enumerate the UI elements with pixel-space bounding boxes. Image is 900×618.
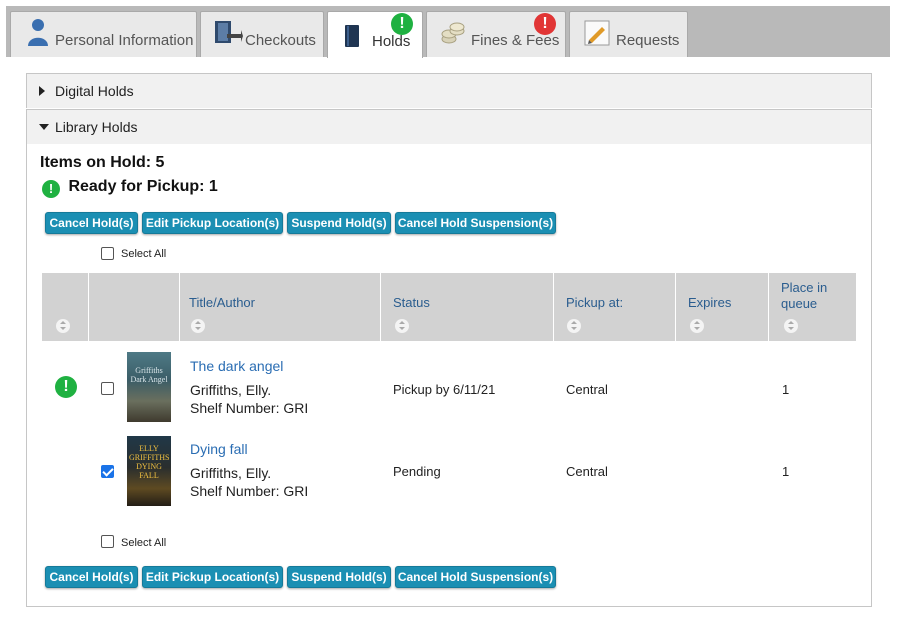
caret-right-icon [39, 86, 45, 96]
tab-fines-fees[interactable]: ! Fines & Fees [426, 11, 566, 57]
edit-pickup-location-button[interactable]: Edit Pickup Location(s) [142, 212, 283, 234]
book-cover-image[interactable]: ELLY GRIFFITHS DYING FALL [127, 436, 171, 506]
sort-icon[interactable] [191, 319, 205, 333]
tab-personal-information[interactable]: Personal Information [10, 11, 197, 57]
row-select-checkbox[interactable] [101, 382, 114, 395]
ready-for-pickup-text: Ready for Pickup: 1 [68, 178, 218, 195]
row-select-checkbox[interactable] [101, 465, 114, 478]
person-icon [27, 18, 49, 51]
title-link[interactable]: Dying fall [190, 441, 248, 457]
header-cell-alert [42, 273, 88, 341]
suspend-holds-button[interactable]: Suspend Hold(s) [287, 212, 391, 234]
column-header-expires[interactable]: Expires [688, 295, 731, 311]
tab-label: Personal Information [55, 32, 194, 49]
account-tab-bar: Personal Information Checkouts ! Holds !… [6, 6, 890, 58]
author: Griffiths, Elly. [190, 382, 272, 398]
title-link[interactable]: The dark angel [190, 358, 283, 374]
items-on-hold-count: Items on Hold: 5 [40, 154, 165, 171]
header-status: Status [381, 273, 553, 341]
pickup-location: Central [566, 464, 608, 479]
queue-place: 1 [782, 382, 790, 397]
header-title-author: Title/Author [180, 273, 380, 341]
hold-status: Pending [393, 464, 441, 479]
tab-label: Checkouts [245, 32, 316, 49]
cover-text: Griffiths Dark Angel [130, 366, 168, 384]
header-pickup-at: Pickup at: [554, 273, 675, 341]
sort-icon[interactable] [395, 319, 409, 333]
ready-for-pickup: ! Ready for Pickup: 1 [42, 178, 218, 198]
digital-holds-panel: Digital Holds [26, 73, 872, 108]
column-header-place-in-queue[interactable]: Place in queue [781, 280, 841, 312]
digital-holds-toggle[interactable]: Digital Holds [27, 74, 871, 108]
header-place-in-queue: Place in queue [769, 273, 856, 341]
author: Griffiths, Elly. [190, 465, 272, 481]
select-all-label: Select All [121, 537, 167, 549]
select-all-label: Select All [121, 248, 167, 260]
book-cover-image[interactable]: Griffiths Dark Angel [127, 352, 171, 422]
cancel-hold-suspension-button[interactable]: Cancel Hold Suspension(s) [395, 566, 556, 588]
sort-icon[interactable] [690, 319, 704, 333]
tab-requests[interactable]: Requests [569, 11, 688, 57]
checkout-icon [213, 18, 243, 51]
select-all-checkbox[interactable] [101, 535, 114, 548]
ready-alert-icon: ! [55, 376, 77, 398]
pickup-location: Central [566, 382, 608, 397]
queue-place: 1 [782, 464, 790, 479]
select-all-checkbox[interactable] [101, 247, 114, 260]
tab-label: Requests [616, 32, 680, 49]
column-header-pickup-at[interactable]: Pickup at: [566, 295, 623, 311]
ready-alert-icon: ! [42, 180, 60, 198]
cancel-hold-suspension-button[interactable]: Cancel Hold Suspension(s) [395, 212, 556, 234]
tab-holds[interactable]: ! Holds [327, 11, 423, 58]
pencil-icon [584, 20, 610, 51]
sort-icon[interactable] [567, 319, 581, 333]
book-icon [344, 24, 360, 53]
tab-label: Holds [372, 33, 411, 50]
shelf-number: Shelf Number: GRI [190, 483, 309, 499]
cancel-holds-button[interactable]: Cancel Hold(s) [45, 212, 138, 234]
digital-holds-title: Digital Holds [55, 83, 134, 99]
sort-icon[interactable] [56, 319, 70, 333]
caret-down-icon [39, 124, 49, 130]
header-cell-cover [89, 273, 179, 341]
shelf-number: Shelf Number: GRI [190, 400, 309, 416]
hold-status: Pickup by 6/11/21 [393, 382, 496, 397]
library-holds-title: Library Holds [55, 119, 138, 135]
sort-icon[interactable] [784, 319, 798, 333]
tab-label: Fines & Fees [471, 32, 560, 49]
library-holds-toggle[interactable]: Library Holds [27, 110, 871, 144]
edit-pickup-location-button[interactable]: Edit Pickup Location(s) [142, 566, 283, 588]
cancel-holds-button[interactable]: Cancel Hold(s) [45, 566, 138, 588]
suspend-holds-button[interactable]: Suspend Hold(s) [287, 566, 391, 588]
column-header-status[interactable]: Status [393, 295, 430, 311]
cover-text: ELLY GRIFFITHS DYING FALL [129, 444, 170, 480]
column-header-title-author[interactable]: Title/Author [189, 295, 255, 311]
coins-icon [441, 22, 465, 49]
holds-alert-icon: ! [391, 13, 413, 35]
header-expires: Expires [676, 273, 768, 341]
tab-checkouts[interactable]: Checkouts [200, 11, 324, 57]
